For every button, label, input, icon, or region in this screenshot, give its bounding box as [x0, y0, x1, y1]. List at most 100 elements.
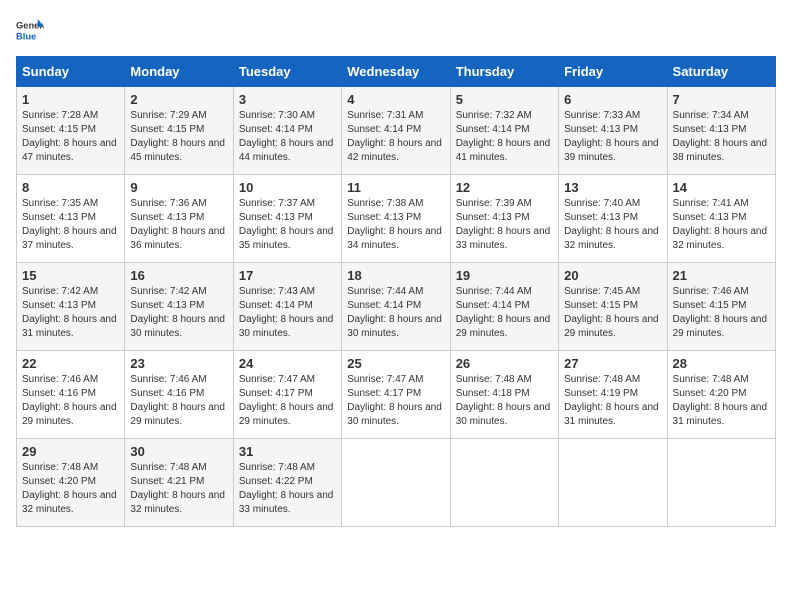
day-number: 27 — [564, 356, 661, 371]
cell-details: Sunrise: 7:44 AMSunset: 4:14 PMDaylight:… — [347, 286, 442, 339]
cell-details: Sunrise: 7:48 AMSunset: 4:20 PMDaylight:… — [673, 374, 768, 427]
cell-details: Sunrise: 7:43 AMSunset: 4:14 PMDaylight:… — [239, 286, 334, 339]
calendar-cell-16: 16 Sunrise: 7:42 AMSunset: 4:13 PMDayligh… — [125, 263, 233, 351]
cell-details: Sunrise: 7:32 AMSunset: 4:14 PMDaylight:… — [456, 110, 551, 163]
calendar-cell-7: 7 Sunrise: 7:34 AMSunset: 4:13 PMDaylight… — [667, 87, 775, 175]
day-number: 21 — [673, 268, 770, 283]
day-number: 13 — [564, 180, 661, 195]
cell-details: Sunrise: 7:38 AMSunset: 4:13 PMDaylight:… — [347, 198, 442, 251]
calendar-cell-1: 1 Sunrise: 7:28 AMSunset: 4:15 PMDaylight… — [17, 87, 125, 175]
day-number: 14 — [673, 180, 770, 195]
empty-cell — [667, 439, 775, 527]
day-number: 11 — [347, 180, 444, 195]
cell-details: Sunrise: 7:46 AMSunset: 4:16 PMDaylight:… — [130, 374, 225, 427]
day-number: 22 — [22, 356, 119, 371]
day-number: 9 — [130, 180, 227, 195]
day-number: 26 — [456, 356, 553, 371]
cell-details: Sunrise: 7:42 AMSunset: 4:13 PMDaylight:… — [22, 286, 117, 339]
day-number: 16 — [130, 268, 227, 283]
cell-details: Sunrise: 7:44 AMSunset: 4:14 PMDaylight:… — [456, 286, 551, 339]
cell-details: Sunrise: 7:33 AMSunset: 4:13 PMDaylight:… — [564, 110, 659, 163]
calendar-cell-27: 27 Sunrise: 7:48 AMSunset: 4:19 PMDayligh… — [559, 351, 667, 439]
cell-details: Sunrise: 7:39 AMSunset: 4:13 PMDaylight:… — [456, 198, 551, 251]
cell-details: Sunrise: 7:31 AMSunset: 4:14 PMDaylight:… — [347, 110, 442, 163]
cell-details: Sunrise: 7:37 AMSunset: 4:13 PMDaylight:… — [239, 198, 334, 251]
calendar-cell-5: 5 Sunrise: 7:32 AMSunset: 4:14 PMDaylight… — [450, 87, 558, 175]
cell-details: Sunrise: 7:36 AMSunset: 4:13 PMDaylight:… — [130, 198, 225, 251]
day-number: 18 — [347, 268, 444, 283]
cell-details: Sunrise: 7:48 AMSunset: 4:19 PMDaylight:… — [564, 374, 659, 427]
col-header-saturday: Saturday — [667, 57, 775, 87]
cell-details: Sunrise: 7:42 AMSunset: 4:13 PMDaylight:… — [130, 286, 225, 339]
day-number: 7 — [673, 92, 770, 107]
day-number: 29 — [22, 444, 119, 459]
page-header: General Blue — [16, 16, 776, 44]
day-number: 3 — [239, 92, 336, 107]
calendar-cell-25: 25Sunrise: 7:47 AMSunset: 4:17 PMDayligh… — [342, 351, 450, 439]
col-header-tuesday: Tuesday — [233, 57, 341, 87]
logo-icon: General Blue — [16, 16, 44, 44]
day-number: 23 — [130, 356, 227, 371]
calendar-cell-6: 6 Sunrise: 7:33 AMSunset: 4:13 PMDaylight… — [559, 87, 667, 175]
cell-details: Sunrise: 7:48 AMSunset: 4:22 PMDaylight:… — [239, 462, 334, 515]
calendar-cell-19: 19 Sunrise: 7:44 AMSunset: 4:14 PMDayligh… — [450, 263, 558, 351]
calendar-cell-26: 26 Sunrise: 7:48 AMSunset: 4:18 PMDayligh… — [450, 351, 558, 439]
cell-details: Sunrise: 7:28 AMSunset: 4:15 PMDaylight:… — [22, 110, 117, 163]
calendar-cell-12: 12 Sunrise: 7:39 AMSunset: 4:13 PMDayligh… — [450, 175, 558, 263]
calendar-cell-31: 31 Sunrise: 7:48 AMSunset: 4:22 PMDayligh… — [233, 439, 341, 527]
calendar-cell-17: 17 Sunrise: 7:43 AMSunset: 4:14 PMDayligh… — [233, 263, 341, 351]
col-header-monday: Monday — [125, 57, 233, 87]
day-number: 28 — [673, 356, 770, 371]
calendar-cell-23: 23 Sunrise: 7:46 AMSunset: 4:16 PMDayligh… — [125, 351, 233, 439]
calendar-cell-9: 9 Sunrise: 7:36 AMSunset: 4:13 PMDaylight… — [125, 175, 233, 263]
day-number: 30 — [130, 444, 227, 459]
cell-details: Sunrise: 7:41 AMSunset: 4:13 PMDaylight:… — [673, 198, 768, 251]
calendar-cell-8: 8 Sunrise: 7:35 AMSunset: 4:13 PMDaylight… — [17, 175, 125, 263]
day-number: 25 — [347, 356, 444, 371]
day-number: 20 — [564, 268, 661, 283]
empty-cell — [559, 439, 667, 527]
calendar-table: SundayMondayTuesdayWednesdayThursdayFrid… — [16, 56, 776, 527]
cell-details: Sunrise: 7:29 AMSunset: 4:15 PMDaylight:… — [130, 110, 225, 163]
day-number: 8 — [22, 180, 119, 195]
calendar-cell-11: 11 Sunrise: 7:38 AMSunset: 4:13 PMDayligh… — [342, 175, 450, 263]
calendar-cell-13: 13Sunrise: 7:40 AMSunset: 4:13 PMDayligh… — [559, 175, 667, 263]
day-number: 17 — [239, 268, 336, 283]
cell-details: Sunrise: 7:46 AMSunset: 4:16 PMDaylight:… — [22, 374, 117, 427]
cell-details: Sunrise: 7:48 AMSunset: 4:18 PMDaylight:… — [456, 374, 551, 427]
day-number: 24 — [239, 356, 336, 371]
col-header-sunday: Sunday — [17, 57, 125, 87]
cell-details: Sunrise: 7:30 AMSunset: 4:14 PMDaylight:… — [239, 110, 334, 163]
calendar-cell-10: 10Sunrise: 7:37 AMSunset: 4:13 PMDayligh… — [233, 175, 341, 263]
day-number: 6 — [564, 92, 661, 107]
empty-cell — [342, 439, 450, 527]
calendar-cell-15: 15Sunrise: 7:42 AMSunset: 4:13 PMDayligh… — [17, 263, 125, 351]
day-number: 19 — [456, 268, 553, 283]
col-header-thursday: Thursday — [450, 57, 558, 87]
day-number: 4 — [347, 92, 444, 107]
calendar-cell-30: 30 Sunrise: 7:48 AMSunset: 4:21 PMDayligh… — [125, 439, 233, 527]
cell-details: Sunrise: 7:34 AMSunset: 4:13 PMDaylight:… — [673, 110, 768, 163]
calendar-cell-20: 20 Sunrise: 7:45 AMSunset: 4:15 PMDayligh… — [559, 263, 667, 351]
svg-text:Blue: Blue — [16, 31, 36, 41]
calendar-cell-22: 22 Sunrise: 7:46 AMSunset: 4:16 PMDayligh… — [17, 351, 125, 439]
calendar-cell-29: 29Sunrise: 7:48 AMSunset: 4:20 PMDayligh… — [17, 439, 125, 527]
col-header-wednesday: Wednesday — [342, 57, 450, 87]
calendar-cell-14: 14 Sunrise: 7:41 AMSunset: 4:13 PMDayligh… — [667, 175, 775, 263]
calendar-cell-21: 21Sunrise: 7:46 AMSunset: 4:15 PMDayligh… — [667, 263, 775, 351]
col-header-friday: Friday — [559, 57, 667, 87]
calendar-cell-24: 24 Sunrise: 7:47 AMSunset: 4:17 PMDayligh… — [233, 351, 341, 439]
day-number: 1 — [22, 92, 119, 107]
calendar-cell-18: 18 Sunrise: 7:44 AMSunset: 4:14 PMDayligh… — [342, 263, 450, 351]
calendar-cell-2: 2 Sunrise: 7:29 AMSunset: 4:15 PMDaylight… — [125, 87, 233, 175]
day-number: 2 — [130, 92, 227, 107]
day-number: 12 — [456, 180, 553, 195]
cell-details: Sunrise: 7:47 AMSunset: 4:17 PMDaylight:… — [239, 374, 334, 427]
cell-details: Sunrise: 7:48 AMSunset: 4:21 PMDaylight:… — [130, 462, 225, 515]
calendar-cell-4: 4 Sunrise: 7:31 AMSunset: 4:14 PMDaylight… — [342, 87, 450, 175]
calendar-cell-3: 3 Sunrise: 7:30 AMSunset: 4:14 PMDaylight… — [233, 87, 341, 175]
cell-details: Sunrise: 7:35 AMSunset: 4:13 PMDaylight:… — [22, 198, 117, 251]
cell-details: Sunrise: 7:45 AMSunset: 4:15 PMDaylight:… — [564, 286, 659, 339]
day-number: 5 — [456, 92, 553, 107]
day-number: 31 — [239, 444, 336, 459]
